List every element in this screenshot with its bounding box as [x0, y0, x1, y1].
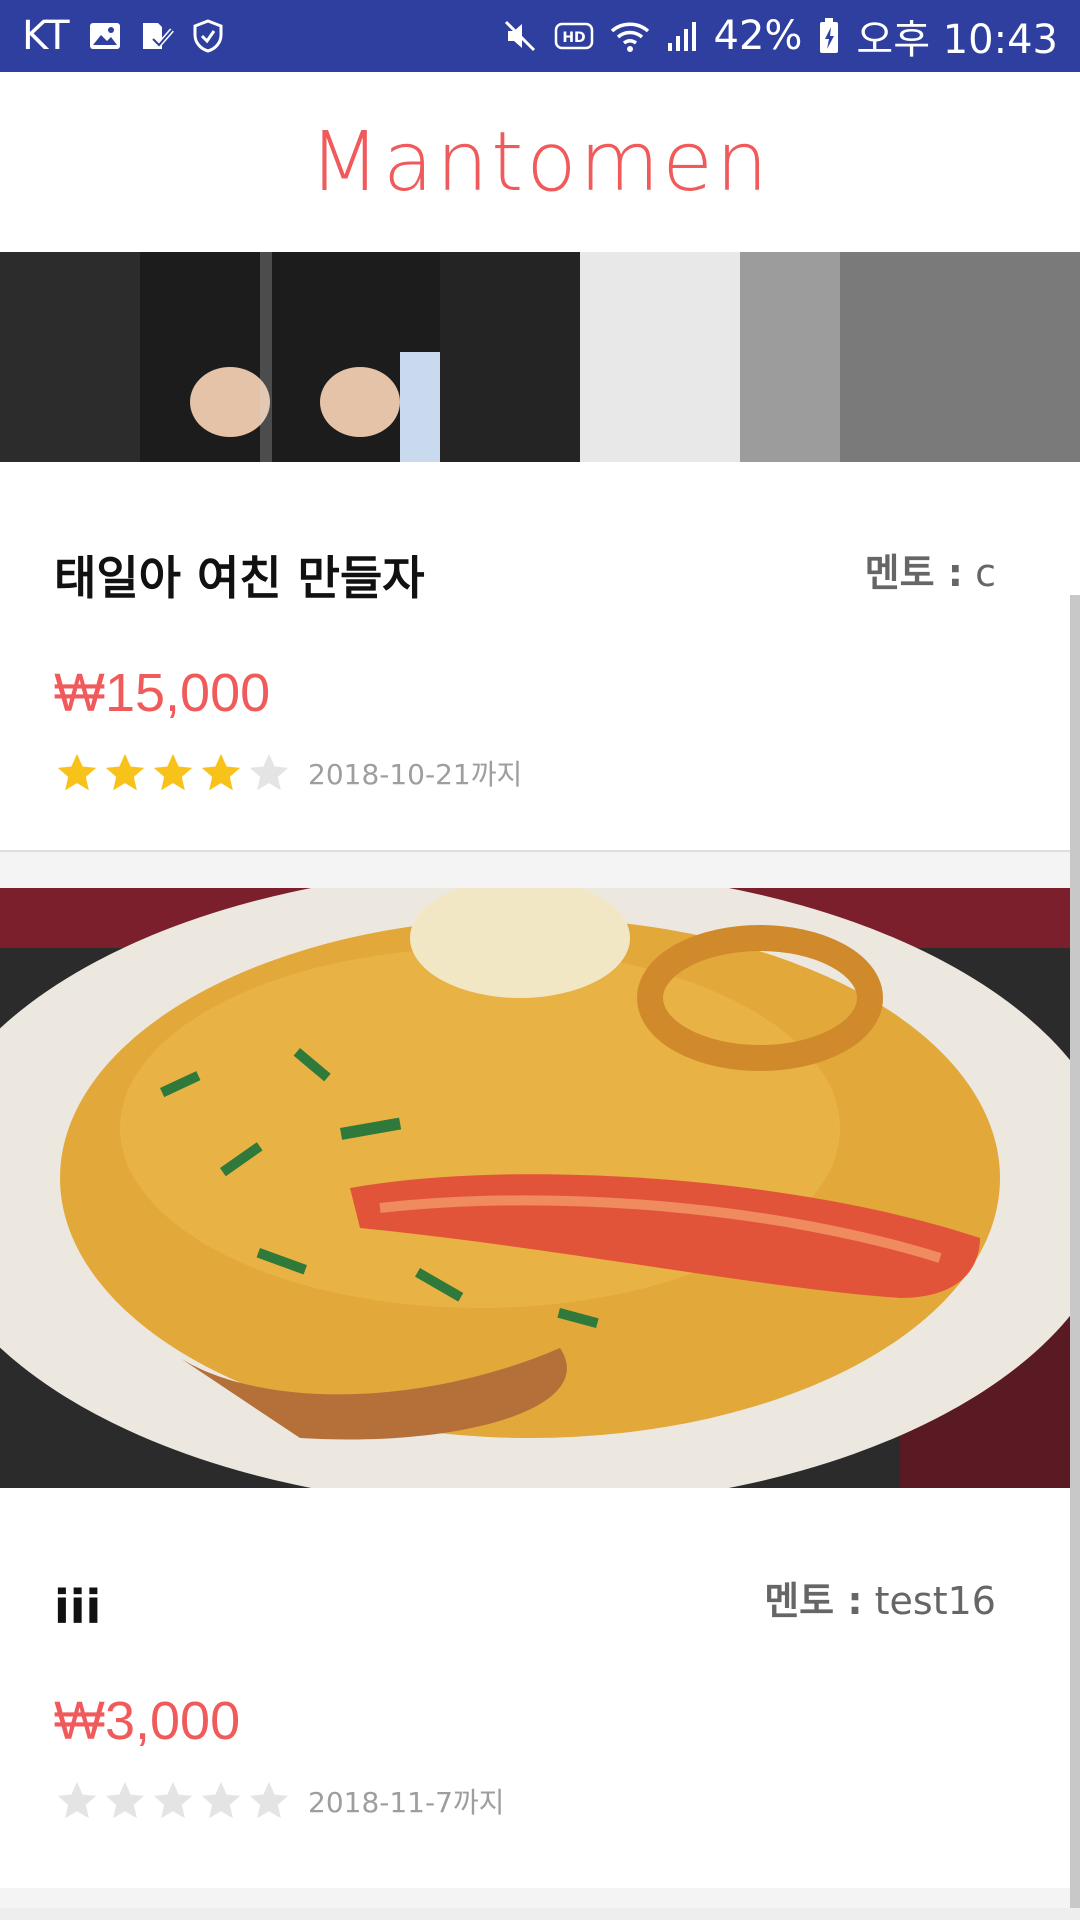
signal-icon [666, 19, 698, 53]
course-title[interactable]: 태일아 여친 만들자 [54, 542, 425, 608]
mentor-name: test16 [874, 1579, 996, 1623]
rating-row: 2018-10-21까지 [54, 750, 522, 796]
group-photo-image [0, 252, 1080, 462]
course-card[interactable]: iii 멘토 : test16 ₩3,000 2018-11-7까지 [0, 888, 1080, 1888]
app-logo: Mantomen [309, 114, 771, 210]
star-empty-icon [153, 1781, 193, 1819]
svg-text:HD: HD [562, 30, 585, 46]
star-empty-icon [57, 1781, 97, 1819]
course-price: ₩15,000 [54, 663, 271, 723]
deadline-date: 2018-10-21까지 [308, 758, 523, 791]
wifi-icon [610, 19, 650, 53]
battery-percent: 42% [713, 13, 803, 59]
food-photo-image [0, 888, 1080, 1488]
course-card[interactable]: 태일아 여친 만들자 멘토 : c ₩15,000 2018-10-21까지 [0, 252, 1080, 850]
star-filled-icon [57, 753, 97, 791]
star-empty-icon [201, 1781, 241, 1819]
scrollbar[interactable] [1070, 595, 1080, 1920]
deadline-date: 2018-11-7까지 [308, 1786, 505, 1819]
course-list[interactable]: 태일아 여친 만들자 멘토 : c ₩15,000 2018-10-21까지 i… [0, 252, 1080, 1888]
hd-icon: HD [554, 21, 594, 51]
gallery-icon [88, 19, 122, 53]
mentor-label: 멘토 : [764, 1579, 863, 1623]
star-empty-icon [105, 1781, 145, 1819]
mentor-name: c [975, 551, 996, 595]
star-filled-icon [105, 753, 145, 791]
card-divider [0, 850, 1080, 888]
carrier-label: KT [22, 13, 70, 59]
list-bottom-edge [0, 1908, 1080, 1920]
task-check-icon [140, 19, 174, 53]
course-title[interactable]: iii [54, 1580, 101, 1634]
rating-row: 2018-11-7까지 [54, 1778, 504, 1824]
star-filled-icon [201, 753, 241, 791]
app-header: Mantomen [0, 72, 1080, 253]
course-thumbnail[interactable] [0, 888, 1080, 1488]
mentor-info: 멘토 : test16 [764, 1570, 996, 1625]
shield-check-icon [192, 19, 224, 53]
star-empty-icon [249, 1781, 289, 1819]
status-bar: KT HD 42% 오후 10:43 [0, 0, 1080, 72]
mentor-label: 멘토 : [864, 551, 963, 595]
star-filled-icon [153, 753, 193, 791]
battery-charging-icon [818, 17, 840, 55]
clock: 오후 10:43 [856, 17, 1058, 63]
course-thumbnail[interactable] [0, 252, 1080, 462]
course-price: ₩3,000 [54, 1691, 241, 1751]
star-empty-icon [249, 753, 289, 791]
mute-icon [502, 18, 538, 54]
mentor-info: 멘토 : c [865, 542, 996, 597]
